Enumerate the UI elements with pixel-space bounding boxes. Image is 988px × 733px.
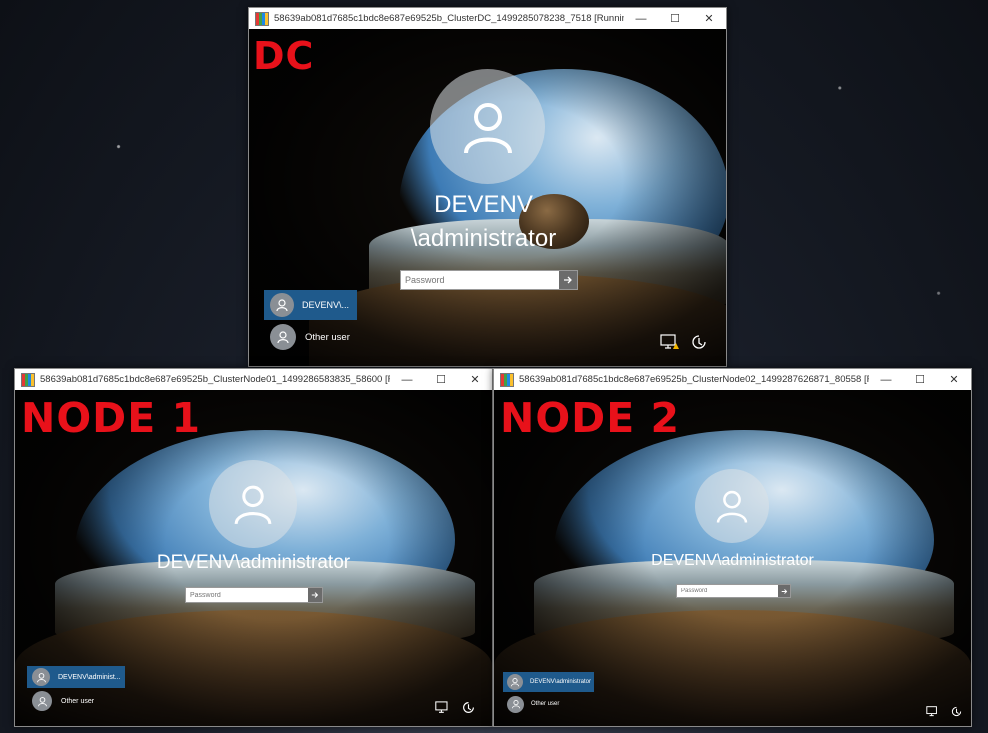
tile-avatar [507,695,524,713]
user-tile-devenv[interactable]: DEVENV\administ... [27,666,125,688]
tile-avatar [270,324,296,350]
overlay-label-node2: NODE 2 [500,394,681,442]
user-name: DEVENV\administrator [651,552,814,569]
power-icon[interactable] [690,334,708,350]
user-tile-devenv[interactable]: DEVENV\administrator [503,672,594,692]
tile-label: DEVENV\administ... [58,673,121,681]
title-bar[interactable]: 58639ab081d7685c1bdc8e687e69525b_Cluster… [249,8,726,29]
maximize-button[interactable]: ☐ [658,8,692,29]
close-button[interactable]: ✕ [458,369,492,390]
tile-label: DEVENV\... [302,300,350,310]
network-icon[interactable] [926,706,940,717]
user-name-line2: \administrator [410,225,557,252]
power-icon[interactable] [950,706,963,717]
vm-window-dc[interactable]: 58639ab081d7685c1bdc8e687e69525b_Cluster… [248,7,727,367]
user-tile-other[interactable]: Other user [503,694,594,714]
overlay-label-dc: DC [253,34,315,78]
user-icon [463,102,512,153]
vm-screen[interactable]: NODE 2 DEVENV\administrator DEVENV\admin… [494,390,971,726]
power-icon[interactable] [461,701,476,714]
vm-screen[interactable]: NODE 1 DEVENV\administrator DEVENV\admin… [15,390,492,726]
tile-label: Other user [61,697,95,705]
tile-avatar [270,293,294,317]
submit-button[interactable] [308,588,322,602]
tile-avatar [32,691,52,711]
tile-label: Other user [305,331,350,343]
user-name-line1: DEVENV [434,191,533,218]
user-icon [716,490,748,523]
system-tray [926,706,963,717]
user-avatar [430,69,545,184]
password-field[interactable] [677,585,778,597]
user-icon [277,331,289,344]
title-bar[interactable]: 58639ab081d7685c1bdc8e687e69525b_Cluster… [494,369,971,390]
vm-screen[interactable]: DC DEVENV \administrator DEVENV\... Othe… [249,29,726,366]
close-button[interactable]: ✕ [937,369,971,390]
system-tray [435,701,476,714]
tile-avatar [32,668,50,686]
arrow-right-icon [564,276,572,284]
overlay-label-node1: NODE 1 [21,394,202,442]
submit-button[interactable] [778,585,790,597]
vm-window-node1[interactable]: 58639ab081d7685c1bdc8e687e69525b_Cluster… [14,368,493,727]
password-box [400,270,578,290]
virtualbox-icon [500,372,514,387]
window-title: 58639ab081d7685c1bdc8e687e69525b_Cluster… [40,374,390,385]
minimize-button[interactable]: — [390,369,424,390]
close-button[interactable]: ✕ [692,8,726,29]
user-icon [234,485,272,525]
minimize-button[interactable]: — [869,369,903,390]
virtualbox-icon [21,372,35,387]
user-tile-other[interactable]: Other user [27,690,125,712]
password-box [676,584,791,598]
submit-button[interactable] [559,271,577,289]
window-title: 58639ab081d7685c1bdc8e687e69525b_Cluster… [274,13,624,24]
arrow-right-icon [781,588,787,594]
network-icon[interactable] [660,334,680,350]
user-tile-other[interactable]: Other user [264,322,384,352]
password-box [185,587,323,603]
maximize-button[interactable]: ☐ [424,369,458,390]
minimize-button[interactable]: — [624,8,658,29]
user-icon [511,678,519,687]
tile-label: DEVENV\administrator [530,679,592,685]
maximize-button[interactable]: ☐ [903,369,937,390]
network-icon[interactable] [435,701,451,714]
system-tray [660,334,708,350]
user-icon [37,696,47,706]
user-avatar [209,460,297,548]
password-field[interactable] [401,271,559,289]
vm-window-node2[interactable]: 58639ab081d7685c1bdc8e687e69525b_Cluster… [493,368,972,727]
user-icon [511,700,520,709]
tile-avatar [507,674,523,690]
virtualbox-icon [255,11,269,26]
user-tile-devenv[interactable]: DEVENV\... [264,290,357,320]
arrow-right-icon [311,592,319,598]
user-avatar [695,469,769,543]
password-field[interactable] [186,588,308,602]
window-title: 58639ab081d7685c1bdc8e687e69525b_Cluster… [519,374,869,385]
title-bar[interactable]: 58639ab081d7685c1bdc8e687e69525b_Cluster… [15,369,492,390]
tile-label: Other user [531,701,560,707]
user-icon [36,672,46,682]
user-icon [276,299,288,312]
user-name: DEVENV\administrator [156,552,351,573]
